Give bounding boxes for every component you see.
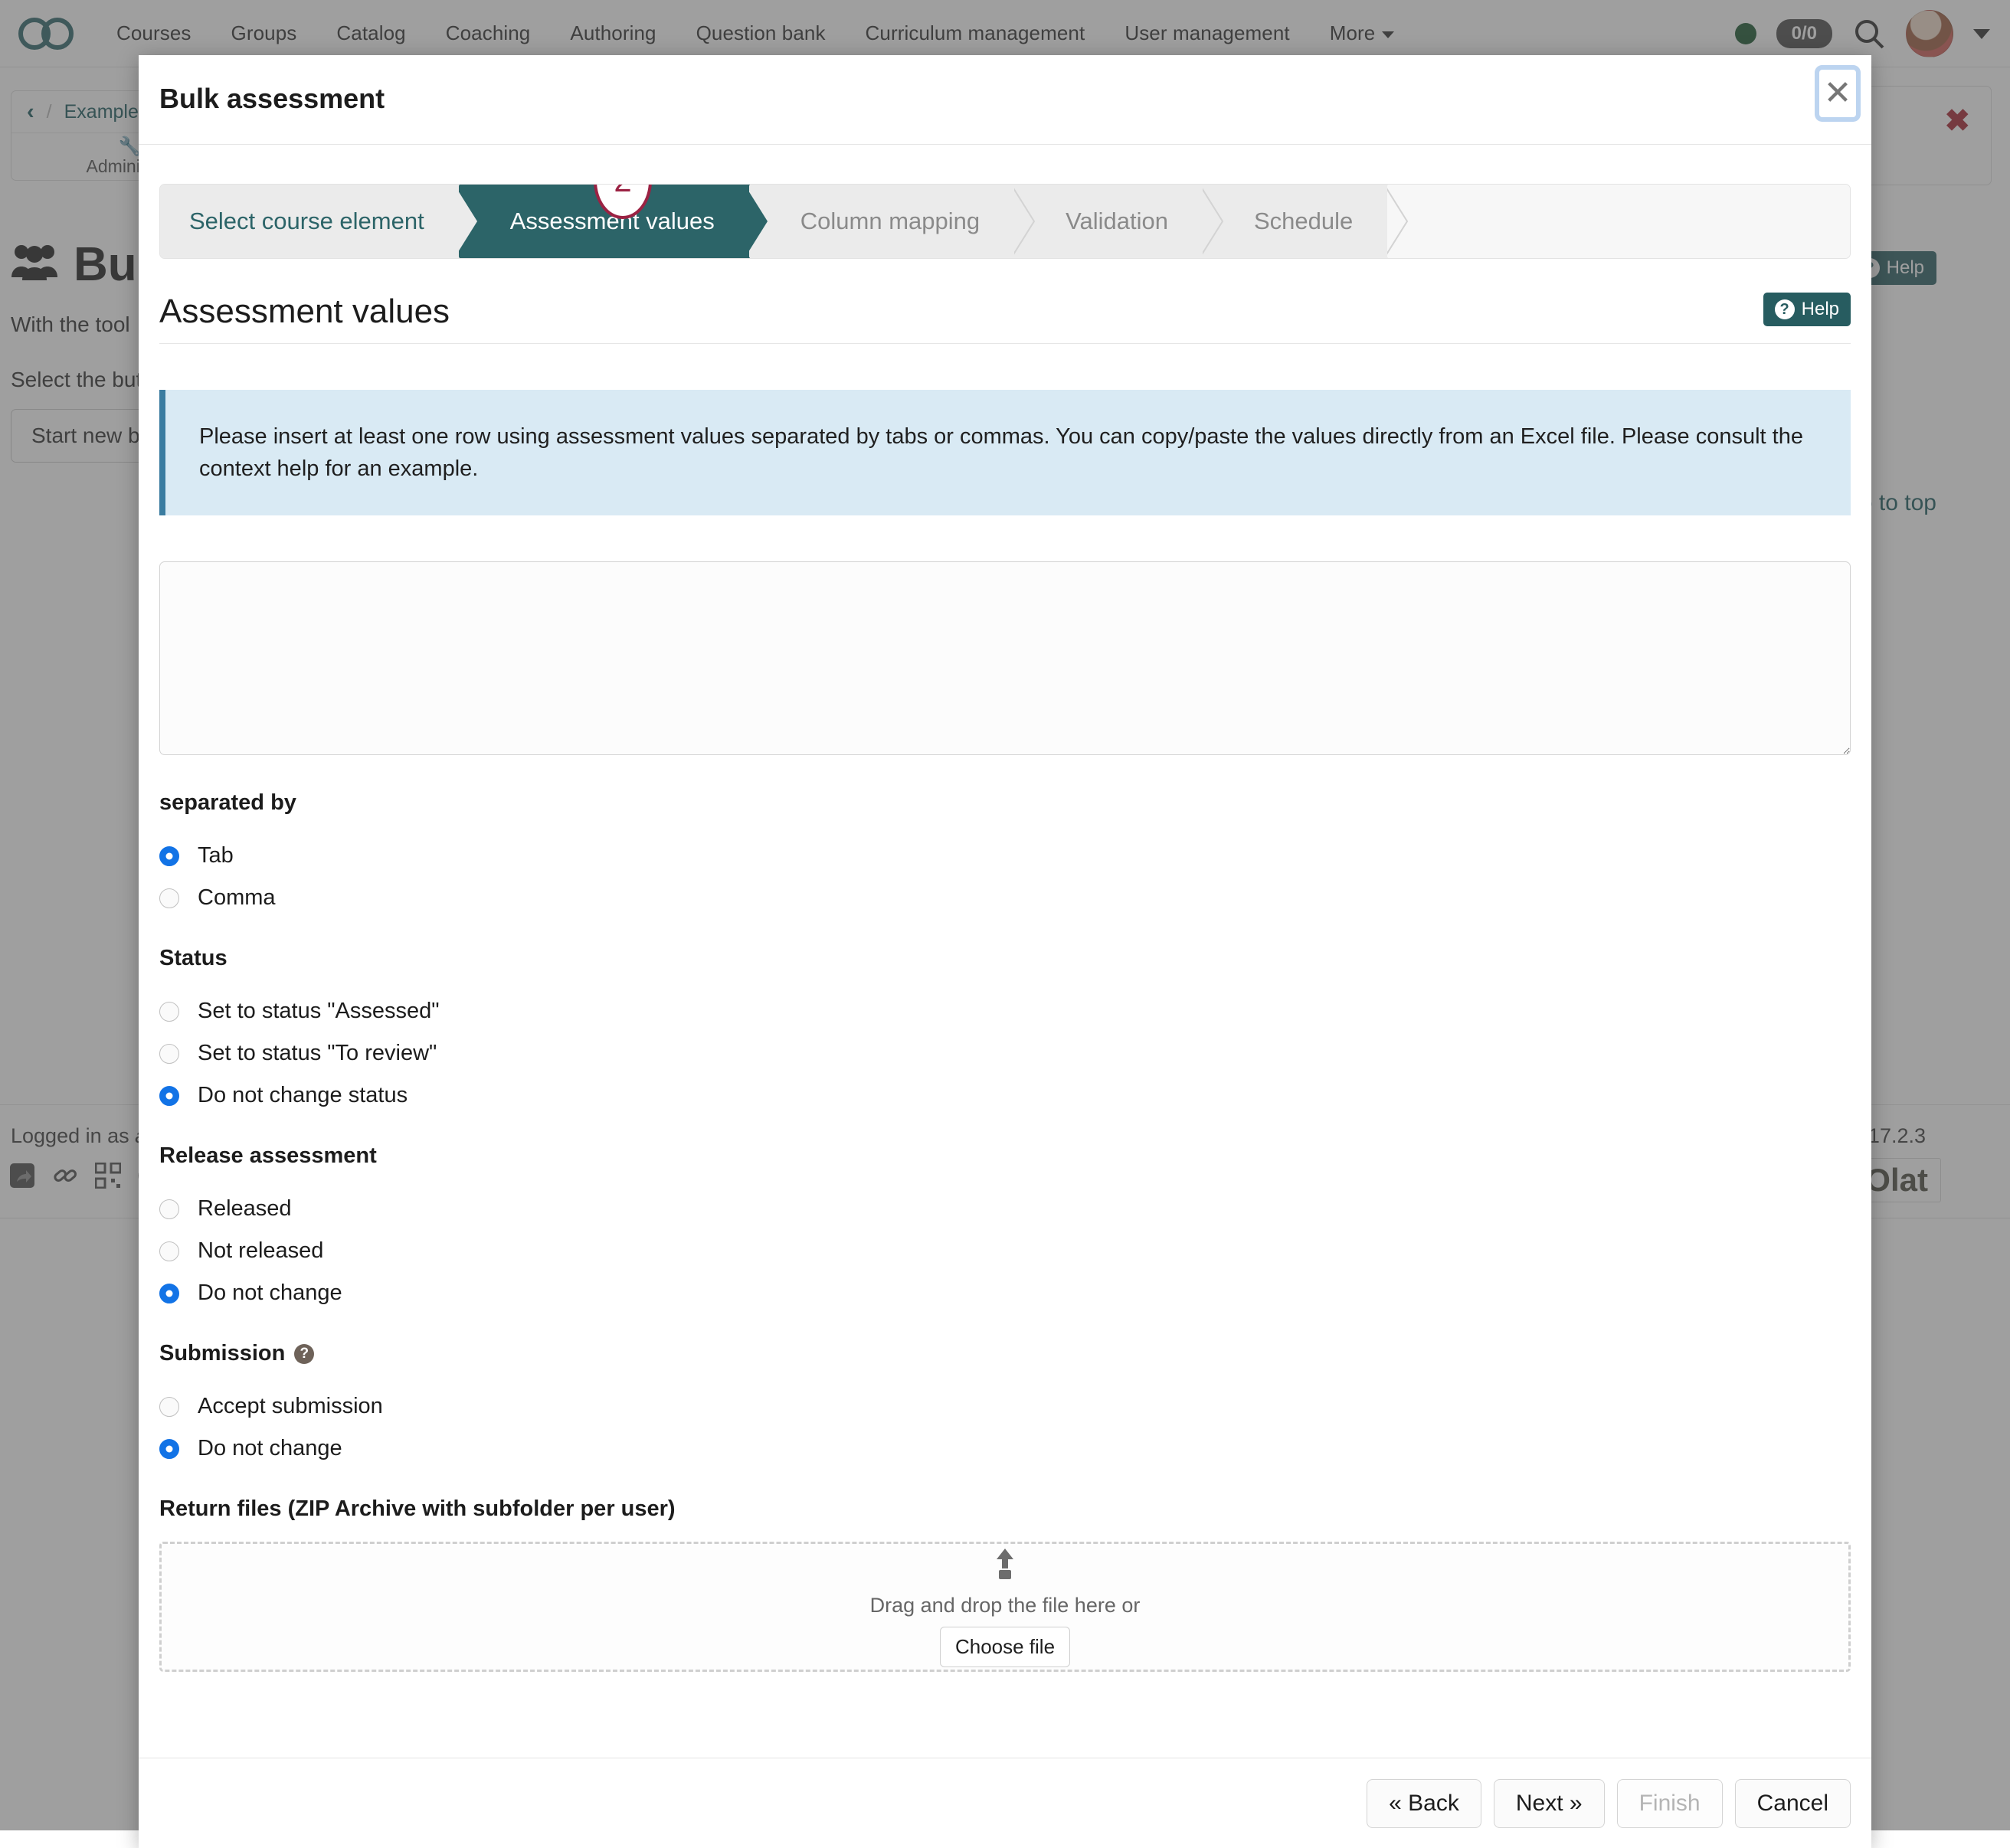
- finish-button: Finish: [1617, 1779, 1723, 1828]
- radio-label: Released: [198, 1196, 292, 1222]
- wizard-step-label: Column mapping: [800, 208, 980, 235]
- radio-label: Comma: [198, 885, 276, 911]
- choose-file-button[interactable]: Choose file: [940, 1627, 1070, 1667]
- radio-indicator: [159, 1284, 179, 1303]
- upload-icon: [990, 1547, 1020, 1585]
- radio-label: Accept submission: [198, 1394, 383, 1419]
- status-group: Status Set to status "Assessed" Set to s…: [159, 946, 1851, 1108]
- return-files-group: Return files (ZIP Archive with subfolder…: [159, 1496, 1851, 1672]
- wizard-tail: [1388, 185, 1850, 258]
- separated-by-label: separated by: [159, 790, 1851, 816]
- radio-separated-by-comma[interactable]: Comma: [159, 885, 1851, 911]
- radio-label: Set to status "Assessed": [198, 999, 440, 1024]
- next-button[interactable]: Next »: [1494, 1779, 1605, 1828]
- assessment-values-textarea[interactable]: [159, 561, 1851, 755]
- radio-indicator: [159, 1086, 179, 1106]
- radio-indicator: [159, 1199, 179, 1219]
- submission-label: Submission ?: [159, 1341, 1851, 1366]
- radio-status-to-review[interactable]: Set to status "To review": [159, 1041, 1851, 1066]
- radio-label: Do not change: [198, 1281, 342, 1306]
- radio-label: Do not change: [198, 1436, 342, 1461]
- wizard-step-select-course-element[interactable]: Select course element: [160, 185, 460, 258]
- section-header: Assessment values ? Help: [159, 293, 1851, 344]
- radio-indicator: [159, 1241, 179, 1261]
- release-assessment-group: Release assessment Released Not released…: [159, 1143, 1851, 1306]
- annotation-marker-2: 2: [594, 184, 652, 219]
- annotation-number: 2: [594, 184, 652, 219]
- radio-label: Do not change status: [198, 1083, 408, 1108]
- radio-indicator: [159, 1439, 179, 1459]
- radio-separated-by-tab[interactable]: Tab: [159, 843, 1851, 868]
- radio-indicator: [159, 1002, 179, 1022]
- section-title: Assessment values: [159, 293, 450, 331]
- radio-label: Tab: [198, 843, 234, 868]
- radio-release-do-not-change[interactable]: Do not change: [159, 1281, 1851, 1306]
- modal-header: Bulk assessment ✕: [139, 55, 1871, 145]
- wizard-step-label: Select course element: [189, 208, 424, 235]
- wizard-step-validation[interactable]: Validation: [1015, 185, 1203, 258]
- info-message: Please insert at least one row using ass…: [159, 390, 1851, 515]
- back-button[interactable]: « Back: [1367, 1779, 1481, 1828]
- help-button[interactable]: ? Help: [1763, 293, 1851, 326]
- radio-release-released[interactable]: Released: [159, 1196, 1851, 1222]
- modal-body: Select course element Assessment values …: [139, 145, 1871, 1758]
- radio-indicator: [159, 1397, 179, 1417]
- release-assessment-label: Release assessment: [159, 1143, 1851, 1169]
- submission-label-text: Submission: [159, 1341, 285, 1366]
- modal-title: Bulk assessment: [159, 83, 385, 115]
- separated-by-group: separated by Tab Comma: [159, 790, 1851, 911]
- radio-submission-do-not-change[interactable]: Do not change: [159, 1436, 1851, 1461]
- close-icon[interactable]: ✕: [1819, 70, 1856, 117]
- submission-group: Submission ? Accept submission Do not ch…: [159, 1341, 1851, 1461]
- radio-status-assessed[interactable]: Set to status "Assessed": [159, 999, 1851, 1024]
- radio-indicator: [159, 1044, 179, 1064]
- wizard-step-column-mapping[interactable]: Column mapping: [750, 185, 1015, 258]
- dropzone-text: Drag and drop the file here or: [870, 1594, 1141, 1617]
- radio-status-do-not-change[interactable]: Do not change status: [159, 1083, 1851, 1108]
- help-label: Help: [1802, 299, 1839, 320]
- wizard-step-label: Schedule: [1254, 208, 1353, 235]
- bulk-assessment-modal: Bulk assessment ✕ Select course element …: [139, 55, 1871, 1848]
- status-label: Status: [159, 946, 1851, 971]
- radio-label: Not released: [198, 1238, 323, 1264]
- wizard-step-label: Validation: [1066, 208, 1168, 235]
- wizard-step-schedule[interactable]: Schedule: [1203, 185, 1388, 258]
- radio-indicator: [159, 846, 179, 866]
- radio-release-not-released[interactable]: Not released: [159, 1238, 1851, 1264]
- radio-label: Set to status "To review": [198, 1041, 437, 1066]
- radio-indicator: [159, 888, 179, 908]
- step-wizard: Select course element Assessment values …: [159, 184, 1851, 259]
- return-files-label: Return files (ZIP Archive with subfolder…: [159, 1496, 1851, 1522]
- question-mark-icon: ?: [1775, 299, 1795, 319]
- radio-submission-accept[interactable]: Accept submission: [159, 1394, 1851, 1419]
- modal-footer: « Back Next » Finish Cancel: [139, 1758, 1871, 1848]
- file-dropzone[interactable]: Drag and drop the file here or Choose fi…: [159, 1542, 1851, 1672]
- cancel-button[interactable]: Cancel: [1735, 1779, 1851, 1828]
- question-mark-icon[interactable]: ?: [294, 1344, 314, 1364]
